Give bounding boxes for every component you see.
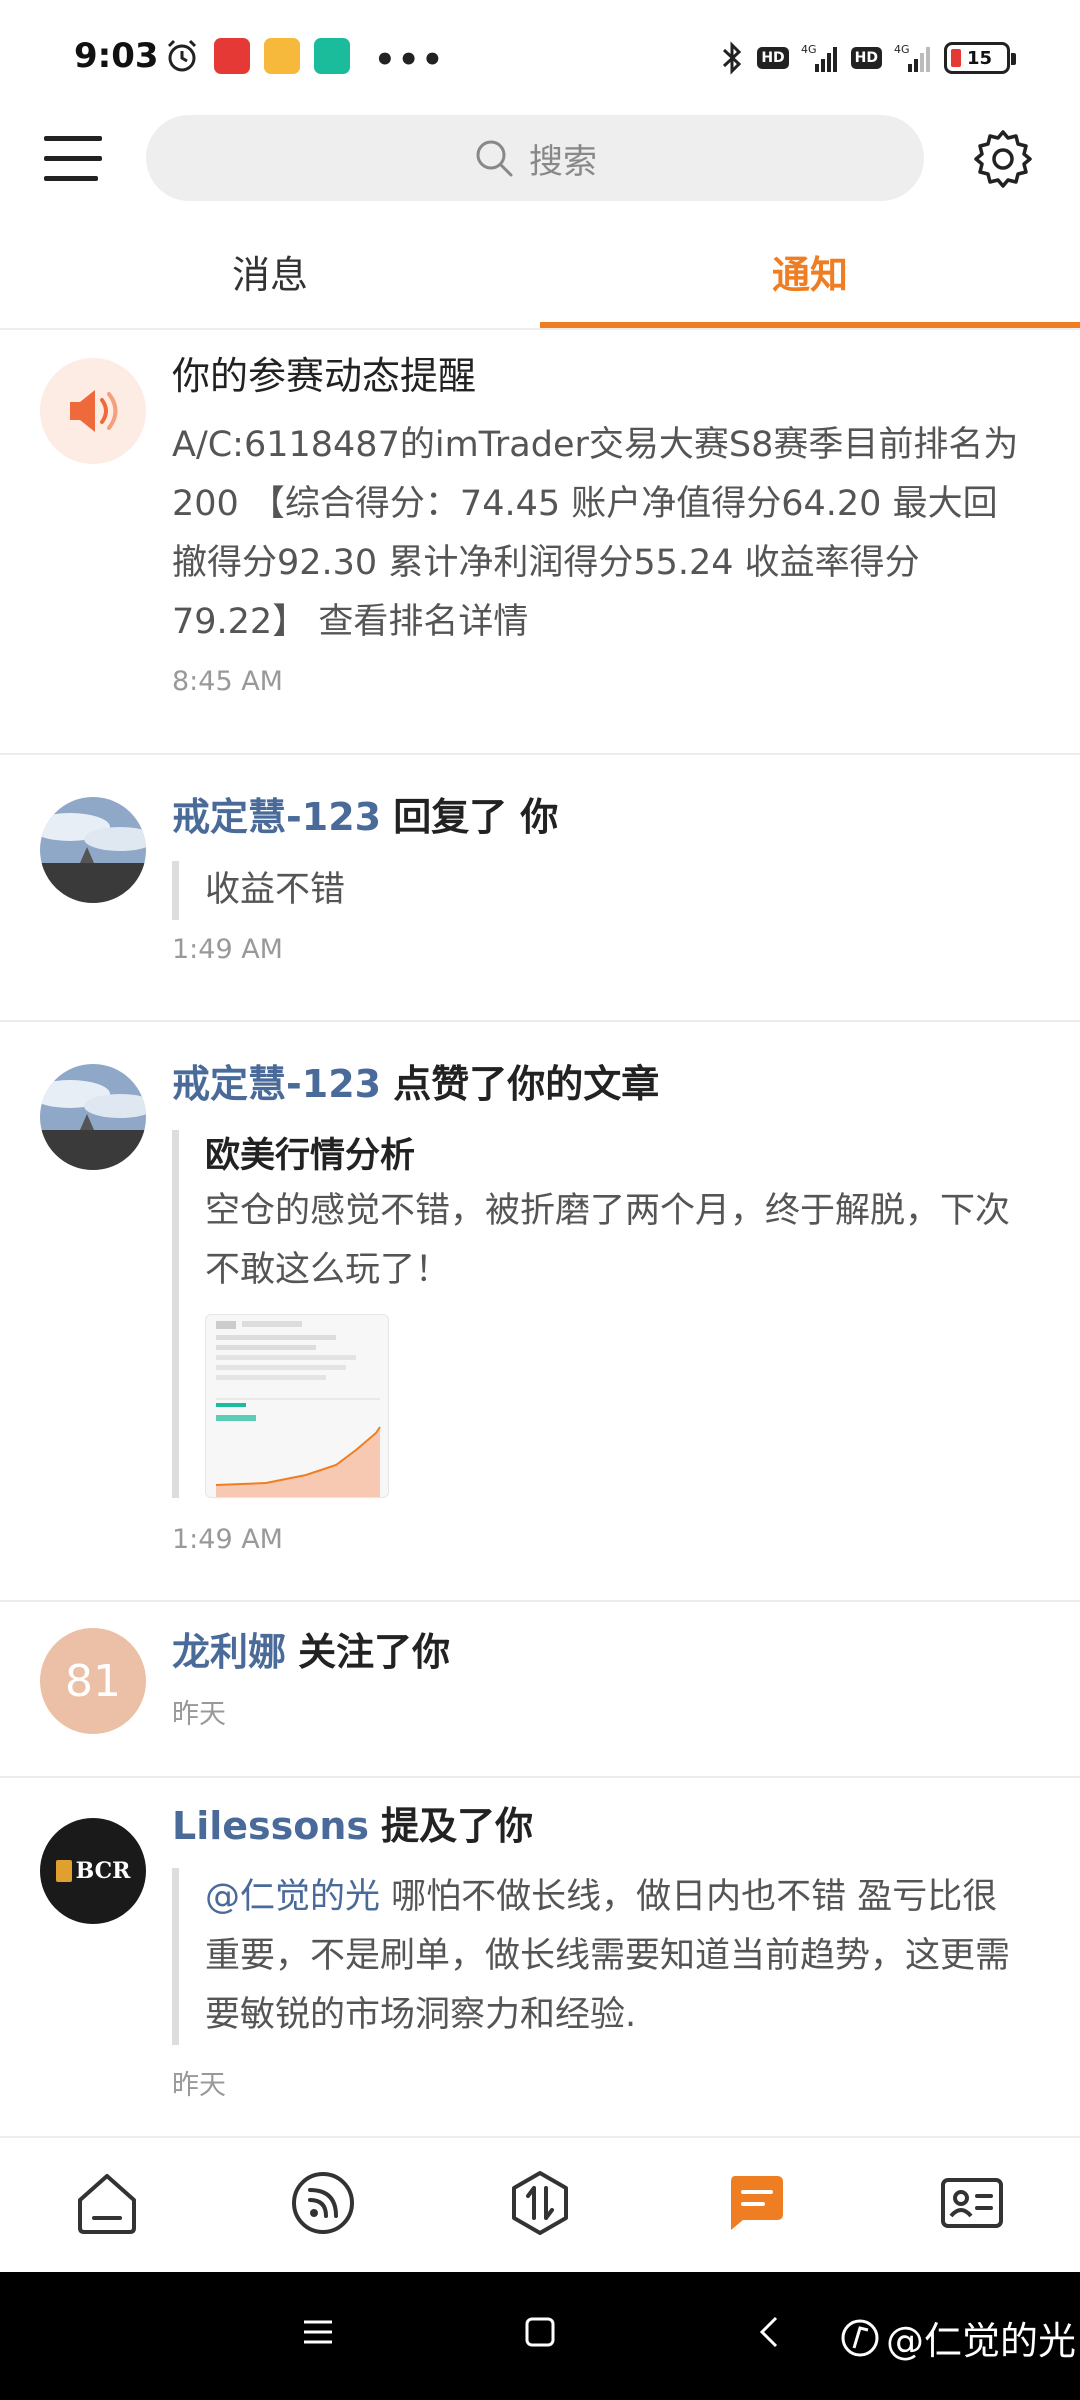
battery-icon: 15 xyxy=(944,42,1016,74)
home-button-icon[interactable] xyxy=(522,2314,558,2350)
notification-action: 点赞了你的文章 xyxy=(393,1062,660,1106)
notification-item-follow[interactable]: 81 龙利娜 关注了你 昨天 xyxy=(0,1602,1080,1778)
user-avatar[interactable]: BCR xyxy=(40,1818,146,1924)
bluetooth-icon xyxy=(723,41,742,75)
bcr-logo-icon xyxy=(55,1860,72,1882)
user-avatar[interactable]: 81 xyxy=(40,1628,146,1734)
speaker-avatar xyxy=(40,358,146,464)
search-bar[interactable]: 搜索 xyxy=(146,115,924,201)
security-app-icon xyxy=(314,38,350,74)
speaker-icon xyxy=(70,390,118,432)
notification-action: 关注了你 xyxy=(298,1630,451,1674)
tab-notifications[interactable]: 通知 xyxy=(540,240,1080,328)
battery-level: 15 xyxy=(967,47,993,69)
watermark-logo-icon xyxy=(841,2319,879,2356)
article-title: 欧美行情分析 xyxy=(205,1136,416,1176)
feed-icon[interactable] xyxy=(288,2168,358,2238)
reply-quote: 收益不错 xyxy=(172,861,1030,920)
mention-quote[interactable]: @仁觉的光 哪怕不做长线，做日内也不错 盈亏比很重要，不是刷单，做长线需要知道当… xyxy=(172,1868,1030,2045)
notification-time: 昨天 xyxy=(172,1699,226,1730)
system-nav-bar: @仁觉的光 xyxy=(0,2272,1080,2400)
article-excerpt: 空仓的感觉不错，被折磨了两个月，终于解脱，下次不敢这么玩了！ xyxy=(205,1191,1011,1290)
status-bar: 9:03 ••• HD 4G HD 4G 15 xyxy=(0,0,1080,110)
recent-apps-icon[interactable] xyxy=(300,2314,336,2350)
status-time: 9:03 xyxy=(74,36,159,76)
search-placeholder: 搜索 xyxy=(529,141,597,182)
article-thumbnail[interactable] xyxy=(205,1314,389,1498)
user-name[interactable]: Lilessons xyxy=(172,1804,369,1848)
active-tab-indicator xyxy=(540,322,1080,328)
reply-text: 收益不错 xyxy=(205,870,346,910)
settings-gear-icon[interactable] xyxy=(972,128,1034,190)
app-header: 搜索 xyxy=(0,110,1080,210)
app-notification-icon xyxy=(214,38,250,74)
tab-messages[interactable]: 消息 xyxy=(0,240,540,328)
menu-button[interactable] xyxy=(44,130,102,188)
trade-icon[interactable] xyxy=(505,2168,575,2238)
tab-bar: 消息 通知 xyxy=(0,240,1080,330)
bottom-nav xyxy=(0,2136,1080,2272)
user-name[interactable]: 龙利娜 xyxy=(172,1630,286,1674)
user-name[interactable]: 戒定慧-123 xyxy=(172,1062,381,1106)
hd-badge-2: HD xyxy=(850,47,882,69)
notification-item-reply[interactable]: 戒定慧-123 回复了 你 收益不错 1:49 AM xyxy=(0,755,1080,1022)
notification-action: 回复了 你 xyxy=(393,795,559,839)
profile-card-icon[interactable] xyxy=(937,2168,1007,2238)
notification-action: 提及了你 xyxy=(381,1804,534,1848)
hd-badge: HD xyxy=(757,47,789,69)
user-avatar[interactable] xyxy=(40,1064,146,1170)
notification-time: 8:45 AM xyxy=(172,666,283,697)
article-quote[interactable]: 欧美行情分析 空仓的感觉不错，被折磨了两个月，终于解脱，下次不敢这么玩了！ xyxy=(172,1130,1030,1498)
notification-item-contest[interactable]: 你的参赛动态提醒 A/C:6118487的imTrader交易大赛S8赛季目前排… xyxy=(0,330,1080,755)
message-icon[interactable] xyxy=(721,2168,791,2238)
user-name[interactable]: 戒定慧-123 xyxy=(172,795,381,839)
notification-item-mention[interactable]: BCR Lilessons 提及了你 @仁觉的光 哪怕不做长线，做日内也不错 盈… xyxy=(0,1778,1080,2138)
avatar-logo-text: BCR xyxy=(75,1858,131,1884)
chart-screenshot-image xyxy=(215,1321,381,1497)
more-notifications-icon: ••• xyxy=(374,40,446,80)
notes-app-icon xyxy=(264,38,300,74)
notification-list: 你的参赛动态提醒 A/C:6118487的imTrader交易大赛S8赛季目前排… xyxy=(0,330,1080,2138)
notification-time: 1:49 AM xyxy=(172,1524,283,1555)
notification-title: 你的参赛动态提醒 xyxy=(172,354,477,398)
watermark-text: @仁觉的光 xyxy=(886,2319,1077,2363)
landscape-avatar-image xyxy=(40,797,146,903)
signal-icon-2: 4G xyxy=(894,43,930,72)
notification-body: A/C:6118487的imTrader交易大赛S8赛季目前排名为200 【综合… xyxy=(172,425,1019,642)
mention-link[interactable]: @仁觉的光 xyxy=(205,1877,380,1917)
alarm-icon xyxy=(167,39,197,72)
notification-time: 昨天 xyxy=(172,2070,226,2101)
svg-text:4G: 4G xyxy=(894,43,910,56)
avatar-initials: 81 xyxy=(65,1655,121,1707)
svg-text:4G: 4G xyxy=(801,43,817,56)
search-icon xyxy=(476,140,513,177)
home-icon[interactable] xyxy=(72,2168,142,2238)
user-avatar[interactable] xyxy=(40,797,146,903)
landscape-avatar-image xyxy=(40,1064,146,1170)
notification-time: 1:49 AM xyxy=(172,934,283,965)
notification-item-like[interactable]: 戒定慧-123 点赞了你的文章 欧美行情分析 空仓的感觉不错，被折磨了两个月，终… xyxy=(0,1022,1080,1602)
back-icon[interactable] xyxy=(752,2314,788,2350)
signal-icon: 4G xyxy=(801,43,837,72)
watermark: @仁觉的光 xyxy=(840,2310,1076,2365)
